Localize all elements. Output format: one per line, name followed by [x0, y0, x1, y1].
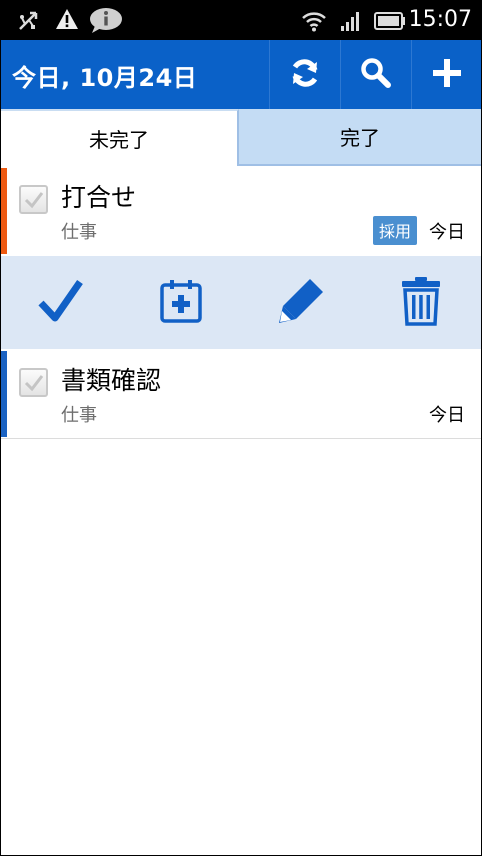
- clock: 15:07: [408, 7, 472, 32]
- wifi-icon: [301, 10, 327, 36]
- search-button[interactable]: [340, 40, 411, 109]
- action-bar: 今日, 10月24日: [1, 40, 481, 109]
- task-item[interactable]: 打合せ 仕事 採用 今日: [1, 166, 481, 256]
- task-title: 打合せ: [61, 183, 137, 212]
- task-due-date: 今日: [429, 222, 465, 243]
- info-chat-icon: [89, 6, 123, 38]
- sync-button[interactable]: [269, 40, 340, 109]
- task-tag: 採用: [372, 216, 417, 245]
- task-item[interactable]: 書類確認 仕事 今日: [1, 349, 481, 439]
- battery-icon: [374, 11, 406, 35]
- complete-task-button[interactable]: [31, 275, 91, 331]
- date-title: 今日, 10月24日: [12, 64, 198, 92]
- task-title: 書類確認: [61, 366, 162, 395]
- complete-checkmark-icon: [38, 278, 84, 328]
- add-task-button[interactable]: [411, 40, 481, 109]
- calendar-add-icon: [159, 278, 203, 328]
- phone-screen: 15:07 今日, 10月24日 未完了 完了 打合せ 仕事 採用 今日 書類確…: [0, 0, 482, 856]
- priority-indicator: [1, 351, 7, 437]
- edit-task-button[interactable]: [271, 275, 331, 331]
- task-checkbox[interactable]: [19, 185, 48, 214]
- app-frame: 15:07 今日, 10月24日 未完了 完了 打合せ 仕事 採用 今日 書類確…: [1, 1, 481, 855]
- task-category: 仕事: [61, 222, 97, 243]
- tab-bar: 未完了 完了: [1, 109, 481, 166]
- delete-trash-icon: [399, 276, 443, 330]
- usb-icon: [16, 7, 42, 37]
- priority-indicator: [1, 168, 7, 254]
- warning-icon: [55, 7, 79, 35]
- edit-pencil-icon: [276, 276, 326, 330]
- signal-icon: [340, 10, 362, 36]
- tab-complete[interactable]: 完了: [239, 109, 481, 166]
- tab-incomplete[interactable]: 未完了: [1, 109, 239, 166]
- checkmark-icon: [24, 192, 44, 209]
- delete-task-button[interactable]: [391, 275, 451, 331]
- task-category: 仕事: [61, 405, 97, 426]
- status-bar: 15:07: [1, 1, 481, 40]
- add-icon: [432, 58, 462, 92]
- task-checkbox[interactable]: [19, 368, 48, 397]
- search-icon: [360, 57, 392, 93]
- checkmark-icon: [24, 375, 44, 392]
- task-action-toolbar: [1, 256, 481, 349]
- schedule-task-button[interactable]: [151, 275, 211, 331]
- task-due-date: 今日: [429, 405, 465, 426]
- sync-icon: [288, 56, 322, 94]
